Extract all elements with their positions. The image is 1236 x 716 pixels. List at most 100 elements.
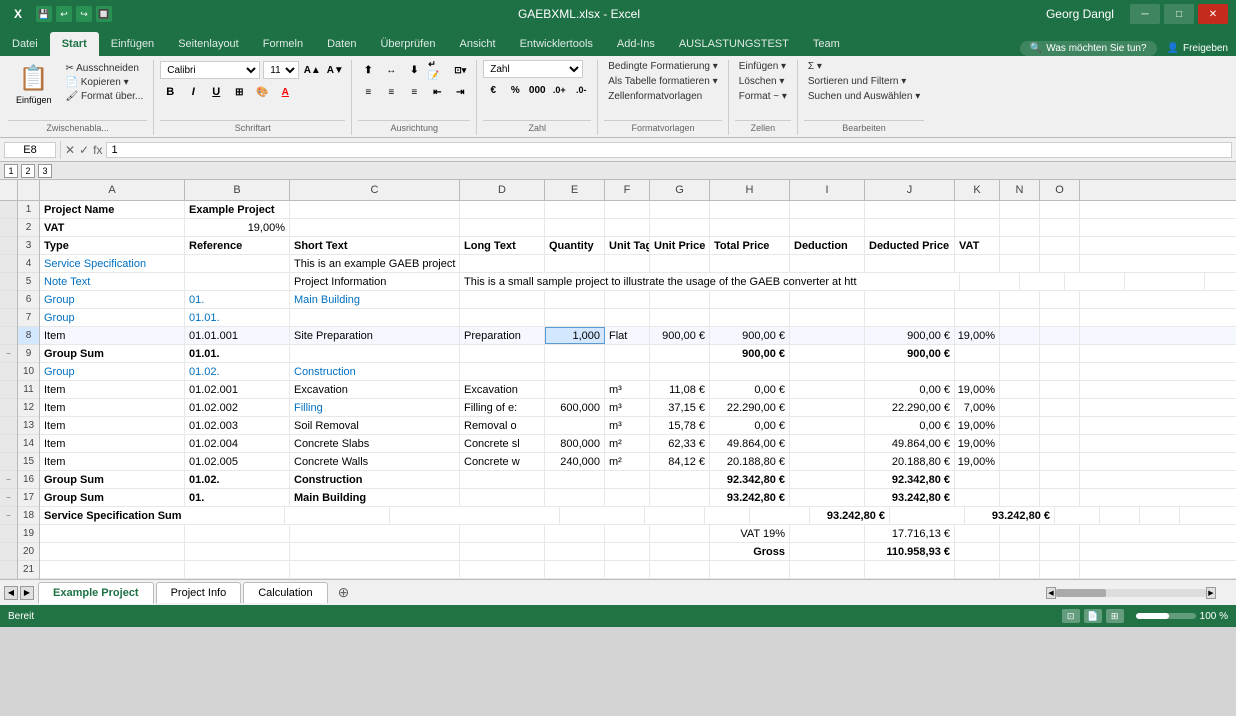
cell-h12[interactable]: 22.290,00 €: [710, 399, 790, 416]
cell-k15[interactable]: 19,00%: [955, 453, 1000, 470]
cell-h15[interactable]: 20.188,80 €: [710, 453, 790, 470]
cell-g16[interactable]: [650, 471, 710, 488]
delete-cells-button[interactable]: Löschen ▾: [735, 75, 789, 88]
cell-e10[interactable]: [545, 363, 605, 380]
cell-i10[interactable]: [790, 363, 865, 380]
cell-f16[interactable]: [605, 471, 650, 488]
cell-f18[interactable]: [705, 507, 750, 524]
cell-a5[interactable]: Note Text: [40, 273, 185, 290]
scroll-right-btn[interactable]: ▶: [1206, 587, 1216, 599]
outline-r17[interactable]: −: [0, 489, 17, 507]
cancel-formula-icon[interactable]: ✕: [65, 143, 75, 157]
cell-c5[interactable]: Project Information: [290, 273, 460, 290]
scroll-thumb[interactable]: [1056, 589, 1106, 597]
cell-c3[interactable]: Short Text: [290, 237, 460, 254]
cell-n16[interactable]: [1000, 471, 1040, 488]
cell-f4[interactable]: [605, 255, 650, 272]
tab-addins[interactable]: Add-Ins: [605, 32, 667, 56]
cell-c8[interactable]: Site Preparation: [290, 327, 460, 344]
cell-k11[interactable]: 19,00%: [955, 381, 1000, 398]
cell-h6[interactable]: [710, 291, 790, 308]
cell-g17[interactable]: [650, 489, 710, 506]
cell-d10[interactable]: [460, 363, 545, 380]
cell-j7[interactable]: [865, 309, 955, 326]
insert-function-icon[interactable]: fx: [93, 143, 102, 157]
cell-c17[interactable]: Main Building: [290, 489, 460, 506]
cell-o4[interactable]: [1040, 255, 1080, 272]
cell-h11[interactable]: 0,00 €: [710, 381, 790, 398]
cell-d21[interactable]: [460, 561, 545, 578]
cell-k6[interactable]: [955, 291, 1000, 308]
cell-f6[interactable]: [605, 291, 650, 308]
cell-a4[interactable]: Service Specification: [40, 255, 185, 272]
indent-increase-button[interactable]: ⇥: [450, 82, 470, 102]
cell-i7[interactable]: [790, 309, 865, 326]
cell-n8[interactable]: [1000, 327, 1040, 344]
row-num-15[interactable]: 15: [18, 453, 39, 471]
cell-b18[interactable]: [285, 507, 390, 524]
cell-k20[interactable]: [955, 543, 1000, 560]
cell-f3[interactable]: Unit Tag: [605, 237, 650, 254]
conditional-format-button[interactable]: Bedingte Formatierung ▾: [604, 60, 722, 73]
cell-f21[interactable]: [605, 561, 650, 578]
cell-i4[interactable]: [790, 255, 865, 272]
cell-k3[interactable]: VAT: [955, 237, 1000, 254]
cell-b5[interactable]: [185, 273, 290, 290]
tab-ueberpruefen[interactable]: Überprüfen: [368, 32, 447, 56]
cell-a7[interactable]: Group: [40, 309, 185, 326]
row-num-16[interactable]: 16: [18, 471, 39, 489]
cell-a2[interactable]: VAT: [40, 219, 185, 236]
maximize-button[interactable]: □: [1164, 4, 1194, 24]
cell-c9[interactable]: [290, 345, 460, 362]
cell-k2[interactable]: [955, 219, 1000, 236]
autosave-icon[interactable]: 🔲: [96, 6, 112, 22]
tab-entwicklertools[interactable]: Entwicklertools: [508, 32, 605, 56]
cell-j11[interactable]: 0,00 €: [865, 381, 955, 398]
row-num-5[interactable]: 5: [18, 273, 39, 291]
cell-i9[interactable]: [790, 345, 865, 362]
cell-b6[interactable]: 01.: [185, 291, 290, 308]
cell-n4[interactable]: [1000, 255, 1040, 272]
cell-n20[interactable]: [1000, 543, 1040, 560]
row-num-6[interactable]: 6: [18, 291, 39, 309]
cell-j9[interactable]: 900,00 €: [865, 345, 955, 362]
cell-n13[interactable]: [1000, 417, 1040, 434]
cell-f7[interactable]: [605, 309, 650, 326]
cell-d20[interactable]: [460, 543, 545, 560]
page-break-button[interactable]: ⊞: [1106, 609, 1124, 623]
level-1-button[interactable]: 1: [4, 164, 18, 178]
cell-j12[interactable]: 22.290,00 €: [865, 399, 955, 416]
cell-e17[interactable]: [545, 489, 605, 506]
cell-k8[interactable]: 19,00%: [955, 327, 1000, 344]
col-header-f[interactable]: F: [605, 180, 650, 200]
find-select-button[interactable]: Suchen und Auswählen ▾: [804, 90, 924, 103]
cell-d15[interactable]: Concrete w: [460, 453, 545, 470]
cell-i19[interactable]: [790, 525, 865, 542]
cell-g9[interactable]: [650, 345, 710, 362]
cell-c12[interactable]: Filling: [290, 399, 460, 416]
col-header-o[interactable]: O: [1040, 180, 1080, 200]
cell-a20[interactable]: [40, 543, 185, 560]
cell-h16[interactable]: 92.342,80 €: [710, 471, 790, 488]
cell-n11[interactable]: [1000, 381, 1040, 398]
cell-g14[interactable]: 62,33 €: [650, 435, 710, 452]
cell-j3[interactable]: Deducted Price: [865, 237, 955, 254]
tab-team[interactable]: Team: [801, 32, 852, 56]
bold-button[interactable]: B: [160, 82, 180, 102]
col-header-b[interactable]: B: [185, 180, 290, 200]
add-sheet-button[interactable]: ⊕: [330, 582, 358, 603]
cell-o16[interactable]: [1040, 471, 1080, 488]
cell-a9[interactable]: Group Sum: [40, 345, 185, 362]
format-cells-button[interactable]: Format ~ ▾: [735, 90, 791, 103]
cell-c2[interactable]: [290, 219, 460, 236]
tab-daten[interactable]: Daten: [315, 32, 368, 56]
cell-h18[interactable]: 93.242,80 €: [810, 507, 890, 524]
cell-b10[interactable]: 01.02.: [185, 363, 290, 380]
cell-o1[interactable]: [1040, 201, 1080, 218]
autosum-button[interactable]: Σ ▾: [804, 60, 826, 73]
cell-o2[interactable]: [1040, 219, 1080, 236]
cell-h20[interactable]: Gross: [710, 543, 790, 560]
tab-auslastungstest[interactable]: AUSLASTUNGSTEST: [667, 32, 801, 56]
cell-g19[interactable]: [650, 525, 710, 542]
fill-color-button[interactable]: 🎨: [252, 82, 272, 102]
